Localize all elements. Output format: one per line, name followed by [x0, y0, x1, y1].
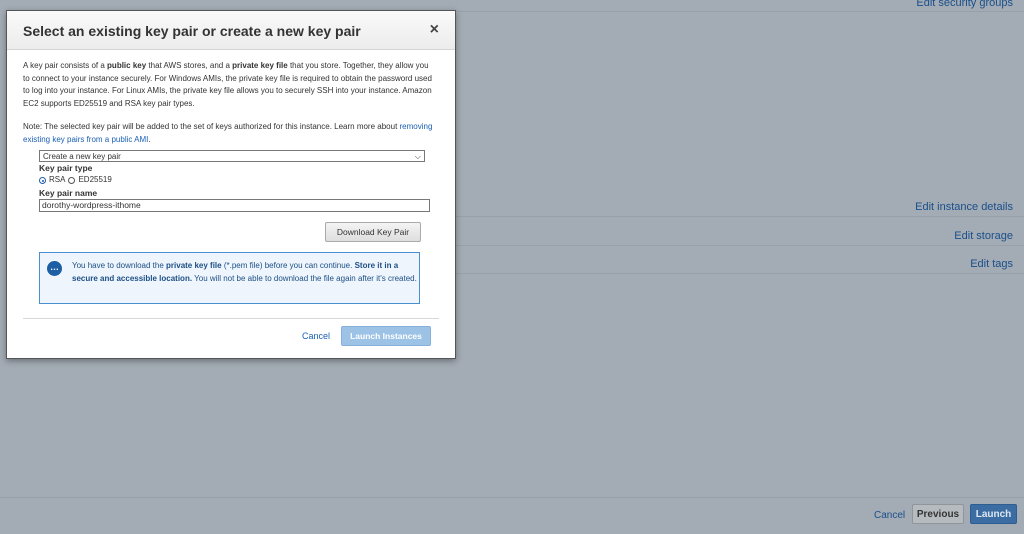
key-pair-type-label: Key pair type: [39, 163, 93, 173]
info-text-2: (*.pem file) before you can continue.: [221, 261, 355, 270]
key-pair-select[interactable]: Create a new key pair ⌵: [39, 150, 425, 162]
dialog-body: A key pair consists of a public key that…: [7, 50, 455, 212]
dialog-footer-divider: [23, 318, 439, 319]
ed25519-radio[interactable]: [68, 177, 76, 184]
dialog-cancel-link[interactable]: Cancel: [302, 331, 330, 341]
key-pair-type-radios: RSA ED25519: [39, 175, 439, 187]
key-pair-name-label: Key pair name: [39, 187, 98, 198]
dialog-header: Select an existing key pair or create a …: [7, 11, 455, 50]
bg-divider-details: [456, 216, 1024, 217]
bg-divider-tags: [456, 273, 1024, 274]
chat-bubble-icon: …: [47, 261, 62, 276]
chevron-down-icon: ⌵: [414, 152, 421, 161]
key-pair-note: Note: The selected key pair will be adde…: [23, 121, 437, 146]
key-pair-dialog: Select an existing key pair or create a …: [6, 10, 456, 359]
key-pair-description: A key pair consists of a public key that…: [23, 60, 437, 110]
key-pair-select-value: Create a new key pair: [43, 152, 121, 161]
edit-tags-link[interactable]: Edit tags: [970, 258, 1013, 270]
info-private-key-file: private key file: [166, 261, 222, 270]
key-pair-name-input[interactable]: dorothy-wordpress-ithome: [39, 199, 430, 212]
previous-button[interactable]: Previous: [912, 504, 964, 524]
desc-private-key-file: private key file: [232, 61, 288, 70]
bg-divider-storage: [456, 245, 1024, 246]
download-key-pair-button[interactable]: Download Key Pair: [325, 222, 421, 242]
edit-storage-link[interactable]: Edit storage: [954, 230, 1013, 242]
edit-security-groups-link[interactable]: Edit security groups: [916, 0, 1013, 9]
launch-button[interactable]: Launch: [970, 504, 1017, 524]
info-text-3: You will not be able to download the fil…: [192, 273, 417, 283]
launch-instances-button[interactable]: Launch Instances: [341, 326, 431, 346]
desc-text-1: A key pair consists of a: [23, 61, 108, 70]
close-icon[interactable]: ×: [430, 21, 439, 39]
desc-text-2: that AWS stores, and a: [146, 61, 233, 70]
edit-instance-details-link[interactable]: Edit instance details: [915, 201, 1013, 213]
download-info-box: … You have to download the private key f…: [39, 252, 420, 304]
note-text: Note: The selected key pair will be adde…: [23, 122, 400, 131]
info-text-1: You have to download the: [72, 261, 167, 270]
footer-divider: [0, 497, 1024, 498]
note-end: .: [148, 134, 151, 144]
ed25519-label: ED25519: [78, 175, 112, 185]
footer-cancel-link[interactable]: Cancel: [874, 510, 905, 521]
rsa-radio[interactable]: [39, 177, 46, 184]
download-info-text: You have to download the private key fil…: [72, 260, 417, 285]
rsa-label: RSA: [49, 175, 66, 185]
bg-top-divider: [456, 11, 1024, 12]
desc-public-key: public key: [107, 61, 147, 70]
dialog-title: Select an existing key pair or create a …: [23, 23, 361, 39]
